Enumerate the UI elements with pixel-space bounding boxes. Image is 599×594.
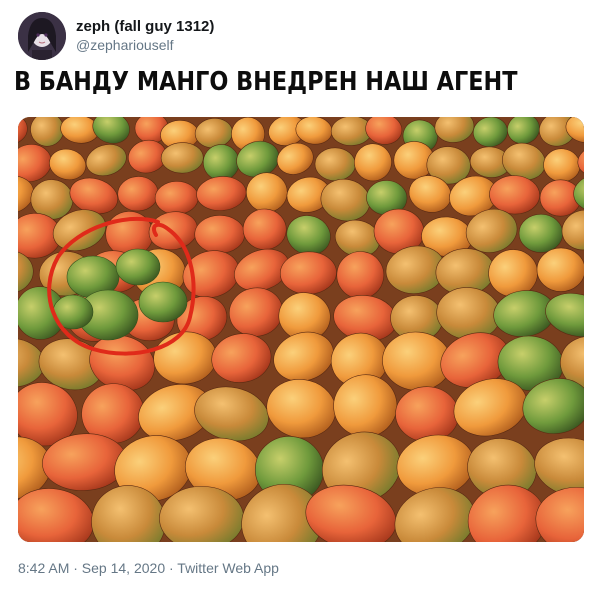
mango xyxy=(160,142,204,174)
tweet-caption: В БАНДУ МАНГО ВНЕДРЕН НАШ АГЕНТ xyxy=(14,67,518,97)
display-name[interactable]: zeph (fall guy 1312) xyxy=(76,17,214,36)
anime-avatar-icon xyxy=(18,12,66,60)
mango xyxy=(518,213,564,253)
user-handle[interactable]: @zephariouself xyxy=(76,36,214,55)
tweet-photo[interactable] xyxy=(18,117,584,542)
tweet-timestamp[interactable]: 8:42 AM · Sep 14, 2020 · Twitter Web App xyxy=(18,560,279,576)
green-mango xyxy=(138,281,188,323)
mango xyxy=(536,247,584,292)
user-names: zeph (fall guy 1312) @zephariouself xyxy=(76,17,214,55)
mango-pile-image xyxy=(18,117,584,542)
avatar[interactable] xyxy=(18,12,66,60)
mango xyxy=(194,214,246,254)
tweet-header: zeph (fall guy 1312) @zephariouself xyxy=(18,12,214,60)
mango xyxy=(314,147,356,182)
green-mango xyxy=(115,248,161,286)
